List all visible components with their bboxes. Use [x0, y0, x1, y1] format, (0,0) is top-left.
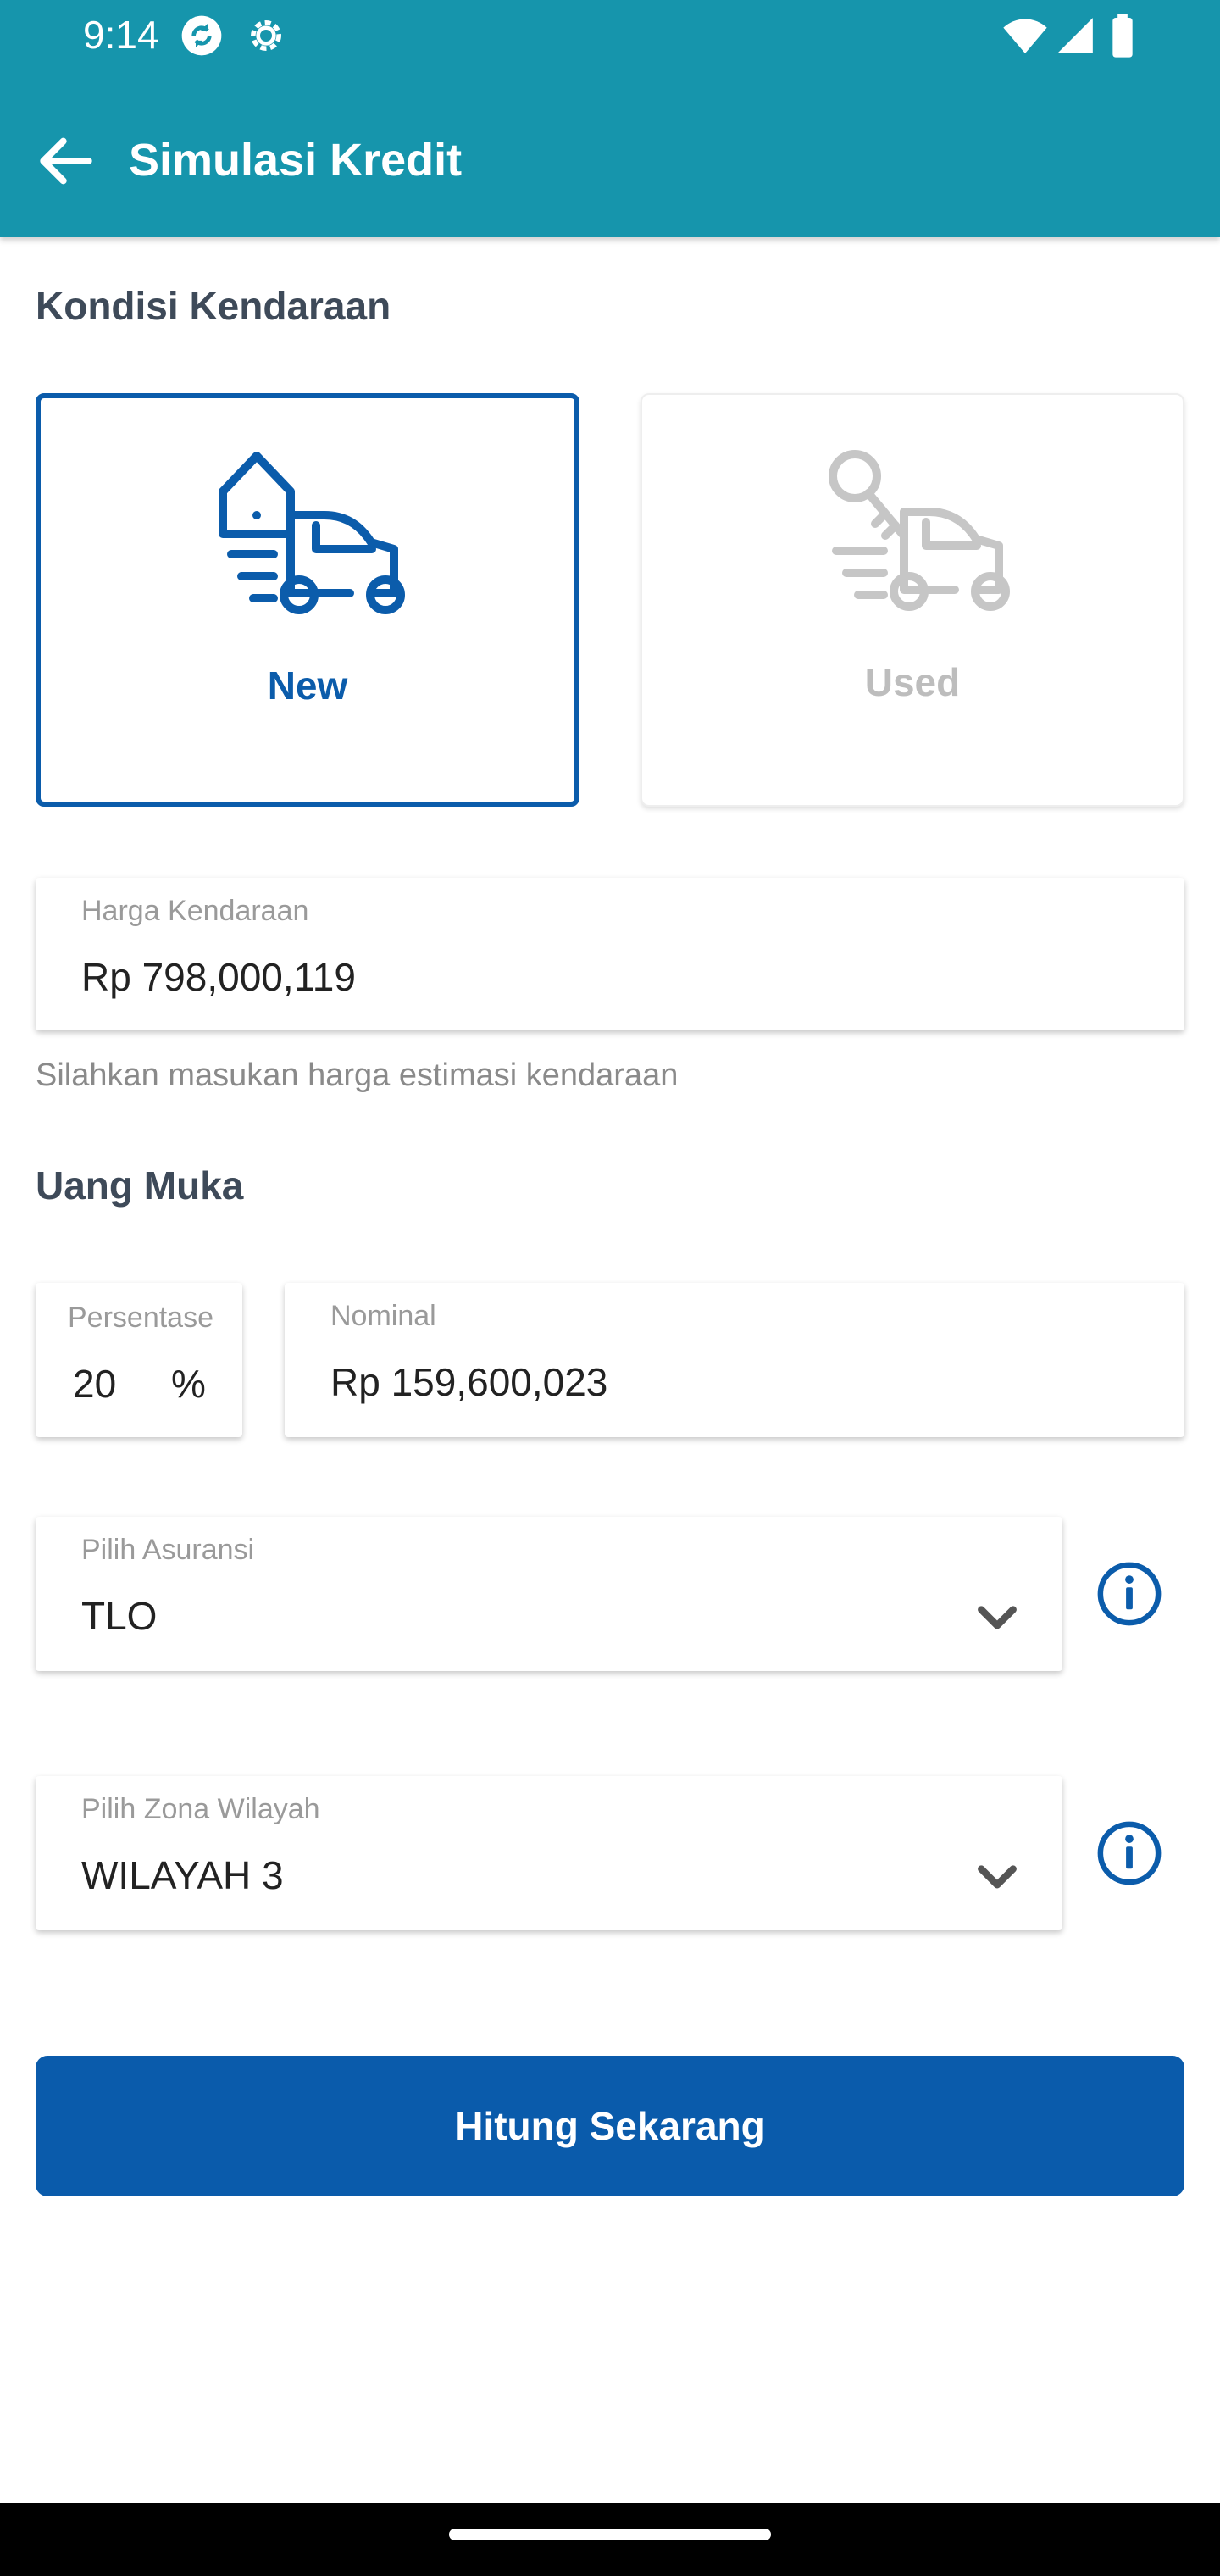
- down-payment-percentage-field[interactable]: Persentase 20 %: [36, 1283, 242, 1437]
- vehicle-option-new[interactable]: New: [36, 393, 580, 807]
- page-title: Simulasi Kredit: [129, 135, 463, 186]
- down-payment-nominal-field[interactable]: Nominal Rp 159,600,023: [285, 1283, 1184, 1437]
- vehicle-price-value: Rp 798,000,119: [81, 955, 356, 999]
- status-time: 9:14: [83, 13, 159, 57]
- vehicle-option-used[interactable]: Used: [640, 393, 1184, 807]
- insurance-label: Pilih Asuransi: [81, 1534, 255, 1566]
- chevron-down-icon: [978, 1606, 1017, 1629]
- zone-value: WILAYAH 3: [81, 1853, 284, 1897]
- calculate-button[interactable]: Hitung Sekarang: [36, 2056, 1184, 2196]
- insurance-info-icon[interactable]: [1096, 1561, 1162, 1627]
- app-bar: 9:14 Simulasi Kredit: [0, 0, 1220, 237]
- system-nav-bar: [0, 2503, 1220, 2576]
- wifi-icon: [1003, 19, 1047, 53]
- signal-icon: [1057, 18, 1093, 53]
- vehicle-price-field[interactable]: Harga Kendaraan Rp 798,000,119: [36, 878, 1184, 1030]
- settings-icon: [251, 20, 281, 51]
- vehicle-condition-title: Kondisi Kendaraan: [36, 284, 391, 328]
- nominal-label: Nominal: [330, 1300, 436, 1332]
- sync-icon: [181, 15, 222, 56]
- vehicle-option-label: Used: [864, 660, 961, 704]
- home-gesture-handle[interactable]: [449, 2529, 771, 2540]
- insurance-select[interactable]: Pilih Asuransi TLO: [36, 1517, 1062, 1671]
- zone-label: Pilih Zona Wilayah: [81, 1793, 320, 1825]
- zone-select[interactable]: Pilih Zona Wilayah WILAYAH 3: [36, 1776, 1062, 1930]
- chevron-down-icon: [978, 1865, 1017, 1889]
- percentage-unit: %: [171, 1362, 206, 1406]
- vehicle-price-label: Harga Kendaraan: [81, 895, 309, 927]
- nominal-value: Rp 159,600,023: [330, 1360, 608, 1404]
- zone-info-icon[interactable]: [1096, 1820, 1162, 1886]
- arrow-left-icon[interactable]: [32, 127, 100, 195]
- insurance-value: TLO: [81, 1594, 158, 1638]
- vehicle-price-helper: Silahkan masukan harga estimasi kendaraa…: [36, 1058, 679, 1093]
- battery-icon: [1112, 14, 1133, 58]
- new-car-tag-icon: [219, 452, 405, 614]
- vehicle-option-label: New: [267, 663, 348, 708]
- percentage-value: 20: [73, 1362, 117, 1406]
- used-car-key-icon: [829, 450, 1010, 611]
- percentage-label: Persentase: [68, 1302, 214, 1334]
- down-payment-title: Uang Muka: [36, 1163, 244, 1208]
